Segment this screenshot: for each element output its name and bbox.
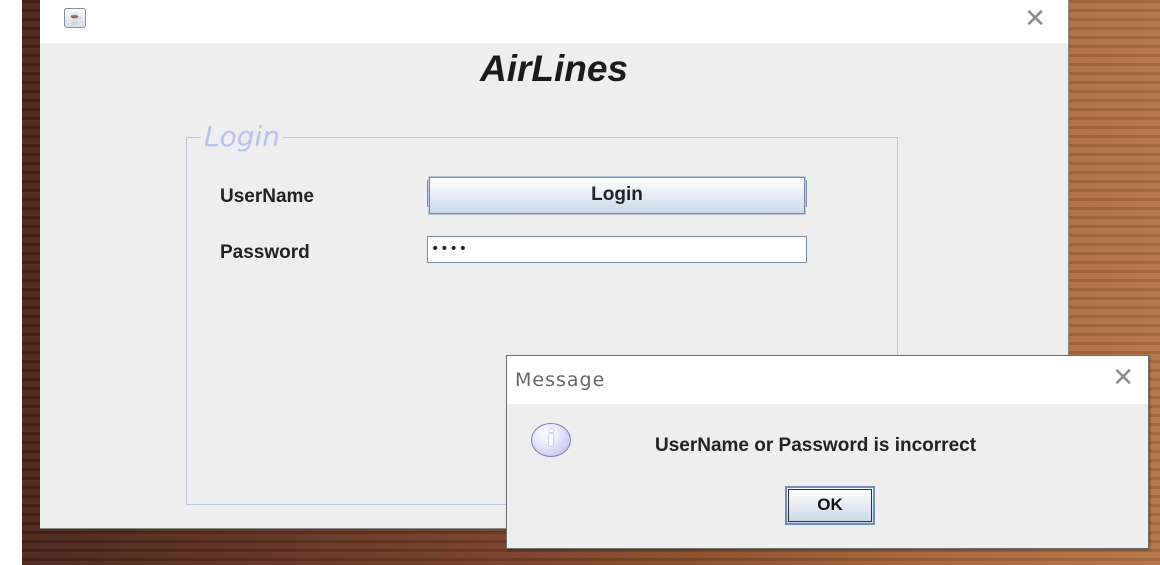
login-panel-legend: Login (201, 122, 284, 152)
ok-button[interactable]: OK (785, 486, 875, 525)
login-button[interactable]: Login (428, 176, 806, 215)
information-icon: i (531, 423, 571, 457)
app-title: AirLines (479, 48, 629, 89)
close-icon[interactable]: ✕ (1024, 6, 1046, 32)
password-label: Password (220, 242, 310, 263)
dialog-title: Message (515, 369, 606, 391)
message-dialog: Message ✕ i UserName or Password is inco… (506, 355, 1149, 549)
dialog-message: UserName or Password is incorrect (655, 435, 977, 456)
java-cup-icon[interactable]: ☕ (64, 8, 86, 28)
main-window-titlebar[interactable]: ☕ ✕ (40, 0, 1068, 43)
password-field[interactable]: •••• (427, 236, 807, 263)
dialog-titlebar[interactable]: Message ✕ (507, 356, 1148, 404)
username-label: UserName (220, 186, 314, 207)
close-icon[interactable]: ✕ (1112, 365, 1134, 391)
